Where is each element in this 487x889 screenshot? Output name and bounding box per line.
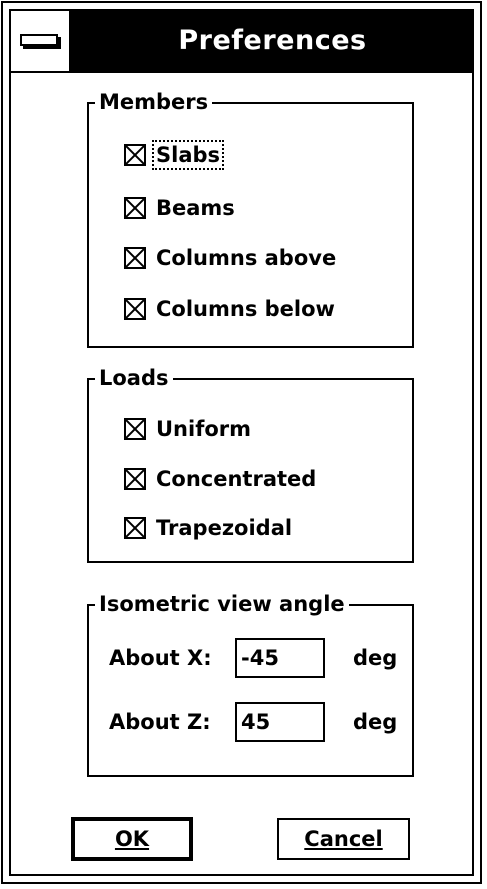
about-x-label: About X:: [109, 646, 212, 670]
check-x-icon: [126, 300, 144, 318]
check-x-icon: [126, 470, 144, 488]
checkbox-slabs-label: Slabs: [151, 140, 225, 170]
cancel-button-label: Cancel: [304, 827, 383, 851]
isometric-legend: Isometric view angle: [95, 592, 349, 616]
loads-legend: Loads: [95, 366, 173, 390]
checkbox-slabs-box[interactable]: [124, 144, 146, 166]
checkbox-beams-label: Beams: [156, 196, 235, 220]
about-x-input[interactable]: -45: [235, 638, 325, 678]
checkbox-trapezoidal-box[interactable]: [124, 517, 146, 539]
checkbox-columns-below[interactable]: Columns below: [124, 296, 337, 322]
about-z-label: About Z:: [109, 710, 211, 734]
checkbox-columns-above-box[interactable]: [124, 247, 146, 269]
window-title: Preferences: [178, 25, 367, 56]
checkbox-columns-above-label: Columns above: [156, 246, 337, 270]
checkbox-uniform-box[interactable]: [124, 418, 146, 440]
checkbox-columns-below-label: Columns below: [156, 297, 335, 321]
checkbox-beams[interactable]: Beams: [124, 195, 237, 221]
checkbox-slabs[interactable]: Slabs: [124, 140, 225, 170]
loads-group: Loads Uniform Concentrated Trapezoidal: [87, 366, 414, 563]
check-x-icon: [126, 420, 144, 438]
check-x-icon: [126, 249, 144, 267]
checkbox-concentrated-label: Concentrated: [156, 467, 317, 491]
members-group: Members Slabs Beams Columns above Column…: [87, 90, 414, 348]
about-z-input[interactable]: 45: [235, 702, 325, 742]
checkbox-trapezoidal-label: Trapezoidal: [156, 516, 293, 540]
checkbox-uniform-label: Uniform: [156, 417, 252, 441]
members-legend: Members: [95, 90, 213, 114]
dialog-body: Preferences Members Slabs Beams Columns …: [9, 9, 474, 876]
system-menu-icon: [20, 34, 58, 46]
checkbox-concentrated-box[interactable]: [124, 468, 146, 490]
checkbox-columns-above[interactable]: Columns above: [124, 245, 338, 271]
check-x-icon: [126, 519, 144, 537]
about-x-unit: deg: [353, 646, 398, 670]
about-z-unit: deg: [353, 710, 398, 734]
cancel-button[interactable]: Cancel: [277, 818, 410, 860]
check-x-icon: [126, 146, 144, 164]
check-x-icon: [126, 199, 144, 217]
isometric-view-angle-group: Isometric view angle About X: -45 deg Ab…: [87, 592, 414, 777]
checkbox-columns-below-box[interactable]: [124, 298, 146, 320]
checkbox-trapezoidal[interactable]: Trapezoidal: [124, 515, 294, 541]
checkbox-beams-box[interactable]: [124, 197, 146, 219]
checkbox-concentrated[interactable]: Concentrated: [124, 466, 318, 492]
ok-button[interactable]: OK: [72, 818, 192, 860]
ok-button-label: OK: [114, 827, 150, 851]
preferences-dialog: Preferences Members Slabs Beams Columns …: [1, 1, 482, 884]
system-menu-button[interactable]: [11, 11, 71, 71]
checkbox-uniform[interactable]: Uniform: [124, 416, 253, 442]
title-bar[interactable]: Preferences: [11, 11, 472, 73]
